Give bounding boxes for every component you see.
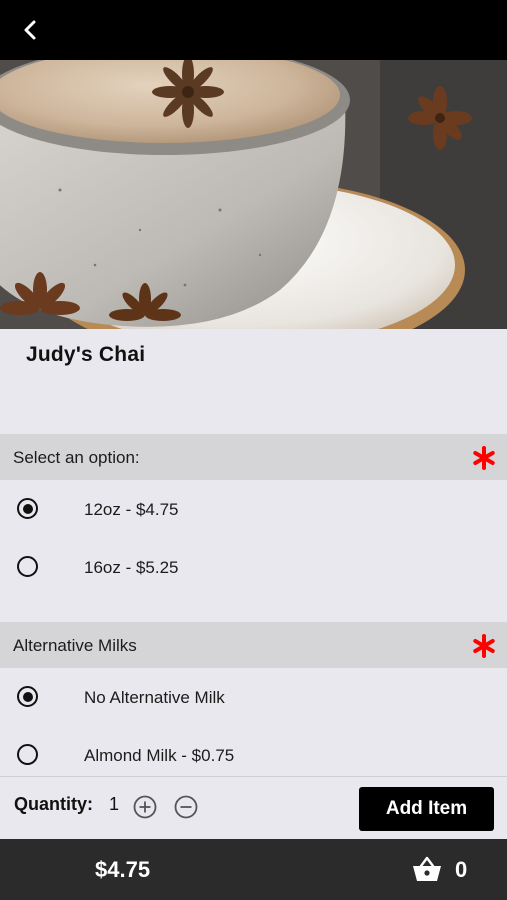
footer-bar: $4.75 0 (0, 839, 507, 900)
quantity-value: 1 (109, 794, 120, 814)
option-label: 12oz - $4.75 (84, 500, 179, 519)
product-title-area: Judy's Chai (0, 329, 507, 434)
quantity-label: Quantity: (14, 794, 93, 814)
order-total: $4.75 (95, 857, 151, 882)
cart-count: 0 (455, 857, 468, 882)
option-label: Almond Milk - $0.75 (84, 746, 235, 765)
option-16oz[interactable]: 16oz - $5.25 (0, 539, 507, 597)
minus-circle-icon[interactable] (174, 795, 198, 819)
radio-button[interactable] (17, 556, 38, 577)
add-item-button[interactable]: Add Item (359, 787, 494, 831)
quantity-bar: Quantity: 1 Add Item (0, 776, 507, 839)
section-label: Select an option: (13, 448, 140, 467)
section-label: Alternative Milks (13, 636, 137, 655)
product-title: Judy's Chai (26, 343, 146, 366)
radio-button-selected[interactable] (17, 498, 38, 519)
section-header-size: Select an option: (0, 434, 507, 480)
top-nav-bar (0, 0, 507, 60)
back-button[interactable] (12, 12, 48, 48)
option-no-alternative-milk[interactable]: No Alternative Milk (0, 669, 507, 727)
plus-circle-icon[interactable] (133, 795, 157, 819)
radio-button[interactable] (17, 744, 38, 765)
cart-button[interactable]: 0 (412, 853, 492, 887)
back-chevron-icon (24, 20, 36, 40)
required-asterisk-icon (473, 634, 495, 658)
option-label: No Alternative Milk (84, 688, 225, 707)
radio-button-selected[interactable] (17, 686, 38, 707)
section-header-alternative-milks: Alternative Milks (0, 622, 507, 668)
option-12oz[interactable]: 12oz - $4.75 (0, 481, 507, 539)
product-image (0, 60, 507, 329)
cart-basket-icon (413, 856, 441, 881)
option-label: 16oz - $5.25 (84, 558, 179, 577)
required-asterisk-icon (473, 446, 495, 470)
